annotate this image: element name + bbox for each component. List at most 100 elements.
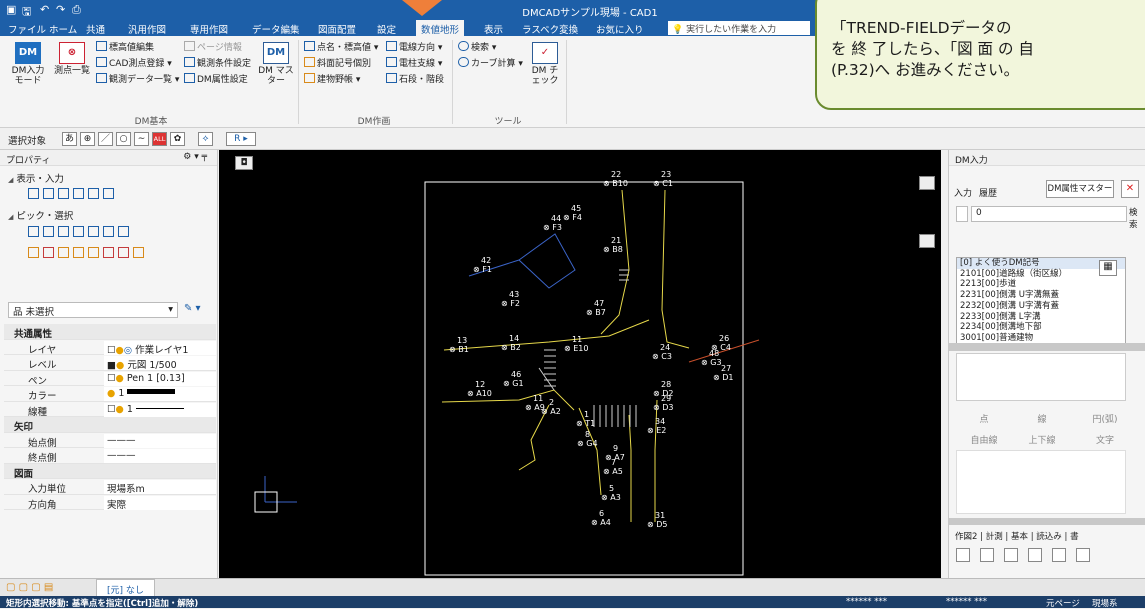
survey-point[interactable]: 11⊗ E10 — [564, 335, 588, 353]
start-arrow-value[interactable]: ——— — [104, 433, 216, 448]
tab-layout[interactable]: 図面配置 — [318, 22, 356, 36]
tab-none[interactable]: [元] なし — [96, 579, 155, 596]
select-symbol-button[interactable]: ✿ — [170, 132, 185, 146]
survey-point[interactable]: 13⊗ B1 — [449, 336, 469, 354]
prop-row-start-arrow[interactable]: 始点側 ——— — [4, 433, 216, 449]
survey-list-button[interactable]: ⊗ 測点一覧 — [50, 42, 94, 76]
tab-load[interactable]: 読込み — [1036, 532, 1062, 542]
survey-point[interactable]: 48⊗ G3 — [701, 349, 722, 367]
code-prefix-field[interactable] — [956, 206, 968, 222]
tab-favorites[interactable]: お気に入り — [596, 22, 644, 36]
survey-point[interactable]: 45⊗ F4 — [563, 204, 582, 222]
survey-point[interactable]: 42⊗ F1 — [473, 256, 492, 274]
pick-arc-icon[interactable] — [88, 247, 99, 258]
undo-icon[interactable]: ↶ — [40, 3, 49, 16]
survey-point[interactable]: 8⊗ G4 — [577, 430, 598, 448]
tool-icon[interactable] — [1052, 548, 1066, 562]
tab-special-draw[interactable]: 専用作図 — [190, 22, 228, 36]
tab-history[interactable]: 履歴 — [979, 186, 997, 199]
section-display-input[interactable]: ◢ 表示・入力 — [8, 171, 64, 185]
cad-point-register-button[interactable]: CAD測点登録 ▾ — [96, 56, 172, 69]
updown-line-button[interactable]: 上下線 — [1017, 433, 1067, 446]
list-item[interactable]: 2234[00]側溝地下部 — [957, 322, 1125, 333]
drawing-canvas[interactable]: 22 ⊗ B10 23 ⊗ C1 45 ⊗ F4 42 ⊗ F1 44 ⊗ F3 43 ⊗ F2 21 ⊗… — [219, 150, 941, 578]
tab-basic[interactable]: 基本 — [1011, 532, 1028, 542]
prop-row-direction[interactable]: 方向角 実際 — [4, 495, 216, 511]
elevation-edit-button[interactable]: 標高値編集 — [96, 40, 154, 53]
pick-free-icon[interactable] — [118, 226, 129, 237]
dm-check-button[interactable]: ✓ DM チェック — [528, 42, 562, 86]
survey-point[interactable]: 46⊗ G1 — [503, 370, 524, 388]
list-item[interactable]: 2232[00]側溝 U字溝有蓋 — [957, 301, 1125, 312]
pick-window-icon[interactable] — [103, 247, 114, 258]
pick-endpoint-icon[interactable] — [28, 226, 39, 237]
dm-code-input[interactable]: 0 — [971, 206, 1127, 222]
tab-general-draw[interactable]: 汎用作図 — [128, 22, 166, 36]
snap-icon[interactable] — [28, 188, 39, 199]
select-line-button[interactable]: ／ — [98, 132, 113, 146]
prop-value-level[interactable]: ■● 元図 1/500 — [104, 356, 216, 371]
end-arrow-value[interactable]: ——— — [104, 449, 216, 463]
survey-point[interactable]: 1⊗ T1 — [576, 410, 595, 428]
grid-icon[interactable] — [43, 188, 54, 199]
pick-tangent-icon[interactable] — [58, 247, 69, 258]
building-fieldbook-button[interactable]: 建物野帳 ▾ — [304, 72, 360, 85]
map-pin-icon[interactable] — [919, 234, 935, 248]
horizontal-scrollbar[interactable] — [949, 343, 1145, 351]
select-all-button[interactable]: ALL — [152, 132, 167, 146]
prop-value-color[interactable]: ● 1 — [104, 387, 216, 401]
prop-value-linetype[interactable]: ☐● 1 — [104, 402, 216, 417]
tool-icon[interactable] — [956, 548, 970, 562]
search-input[interactable]: 💡 実行したい作業を入力 — [668, 21, 810, 35]
symbol-preview-icon[interactable]: ▦ — [1099, 260, 1117, 276]
list-item[interactable]: 2231[00]側溝 U字溝無蓋 — [957, 290, 1125, 301]
survey-point[interactable]: 47⊗ B7 — [586, 299, 606, 317]
survey-point[interactable]: 44⊗ F3 — [543, 214, 562, 232]
pen-icon[interactable] — [103, 188, 114, 199]
freeline-mode-button[interactable]: 自由線 — [959, 433, 1009, 446]
dm-attribute-master-button[interactable]: DM属性マスター — [1046, 180, 1114, 198]
list-item[interactable]: 2233[00]側溝 L字溝 — [957, 312, 1125, 323]
coordinate-icon[interactable] — [88, 188, 99, 199]
pick-filter-icon[interactable] — [133, 247, 144, 258]
survey-point[interactable]: 23⊗ C1 — [653, 170, 673, 188]
prop-value-layer[interactable]: ☐●◎ 作業レイヤ1 — [104, 340, 216, 356]
tab-settings[interactable]: 設定 — [377, 22, 396, 36]
pick-cross-icon[interactable] — [118, 247, 129, 258]
dm-master-button[interactable]: DM DM マスター — [258, 42, 294, 86]
close-icon[interactable]: ✕ — [1121, 180, 1139, 198]
select-curve-button[interactable]: ∼ — [134, 132, 149, 146]
group-arrow[interactable]: 矢印 — [4, 417, 216, 433]
pick-shape-icon[interactable] — [73, 247, 84, 258]
pick-node-icon[interactable] — [73, 226, 84, 237]
survey-point[interactable]: 22⊗ B10 — [603, 170, 628, 188]
tool-icon[interactable] — [1004, 548, 1018, 562]
select-text-button[interactable]: あ — [62, 132, 77, 146]
prop-value-pen[interactable]: ☐● Pen 1 [0.13] — [104, 371, 216, 386]
tab-data-edit[interactable]: データ編集 — [252, 22, 300, 36]
survey-point[interactable]: 2⊗ A2 — [541, 398, 561, 416]
survey-point[interactable]: 14⊗ B2 — [501, 334, 521, 352]
slope-symbol-button[interactable]: 斜面記号個別 — [304, 56, 371, 69]
panel-gear-icon[interactable]: ⚙ ▾ ╤ — [183, 152, 207, 162]
layer-nav-button[interactable]: R ▸ — [226, 132, 256, 146]
text-mode-button[interactable]: 文字 — [1075, 433, 1135, 446]
direction-value[interactable]: 実際 — [104, 495, 216, 511]
dm-attribute-setting-button[interactable]: DM属性設定 — [184, 72, 248, 85]
point-mode-button[interactable]: 点 — [959, 412, 1009, 425]
property-tool-icon[interactable]: ✎ ▾ — [184, 303, 201, 314]
prop-row-level[interactable]: レベル ■● 元図 1/500 — [4, 355, 216, 371]
tab-home[interactable]: ホーム — [49, 22, 77, 36]
pick-intersection-icon[interactable] — [58, 226, 69, 237]
tab-toolbar-icons[interactable]: ▢ ▢ ▢ ▤ — [6, 582, 53, 593]
tab-file[interactable]: ファイル — [8, 22, 46, 36]
prop-row-input-unit[interactable]: 入力単位 現場系m — [4, 479, 216, 495]
tab-measure[interactable]: 計測 — [986, 532, 1003, 542]
prop-row-end-arrow[interactable]: 終点側 ——— — [4, 448, 216, 464]
tab-raster-vector[interactable]: ラスベク変換 — [522, 22, 578, 36]
tab-common[interactable]: 共通 — [86, 22, 105, 36]
tab-draw2[interactable]: 作図2 — [955, 532, 977, 542]
tab-input[interactable]: 入力 — [954, 186, 972, 199]
view-nav-icon[interactable]: ◘ — [235, 156, 253, 170]
point-name-elevation-button[interactable]: 点名・標高値 ▾ — [304, 40, 378, 53]
